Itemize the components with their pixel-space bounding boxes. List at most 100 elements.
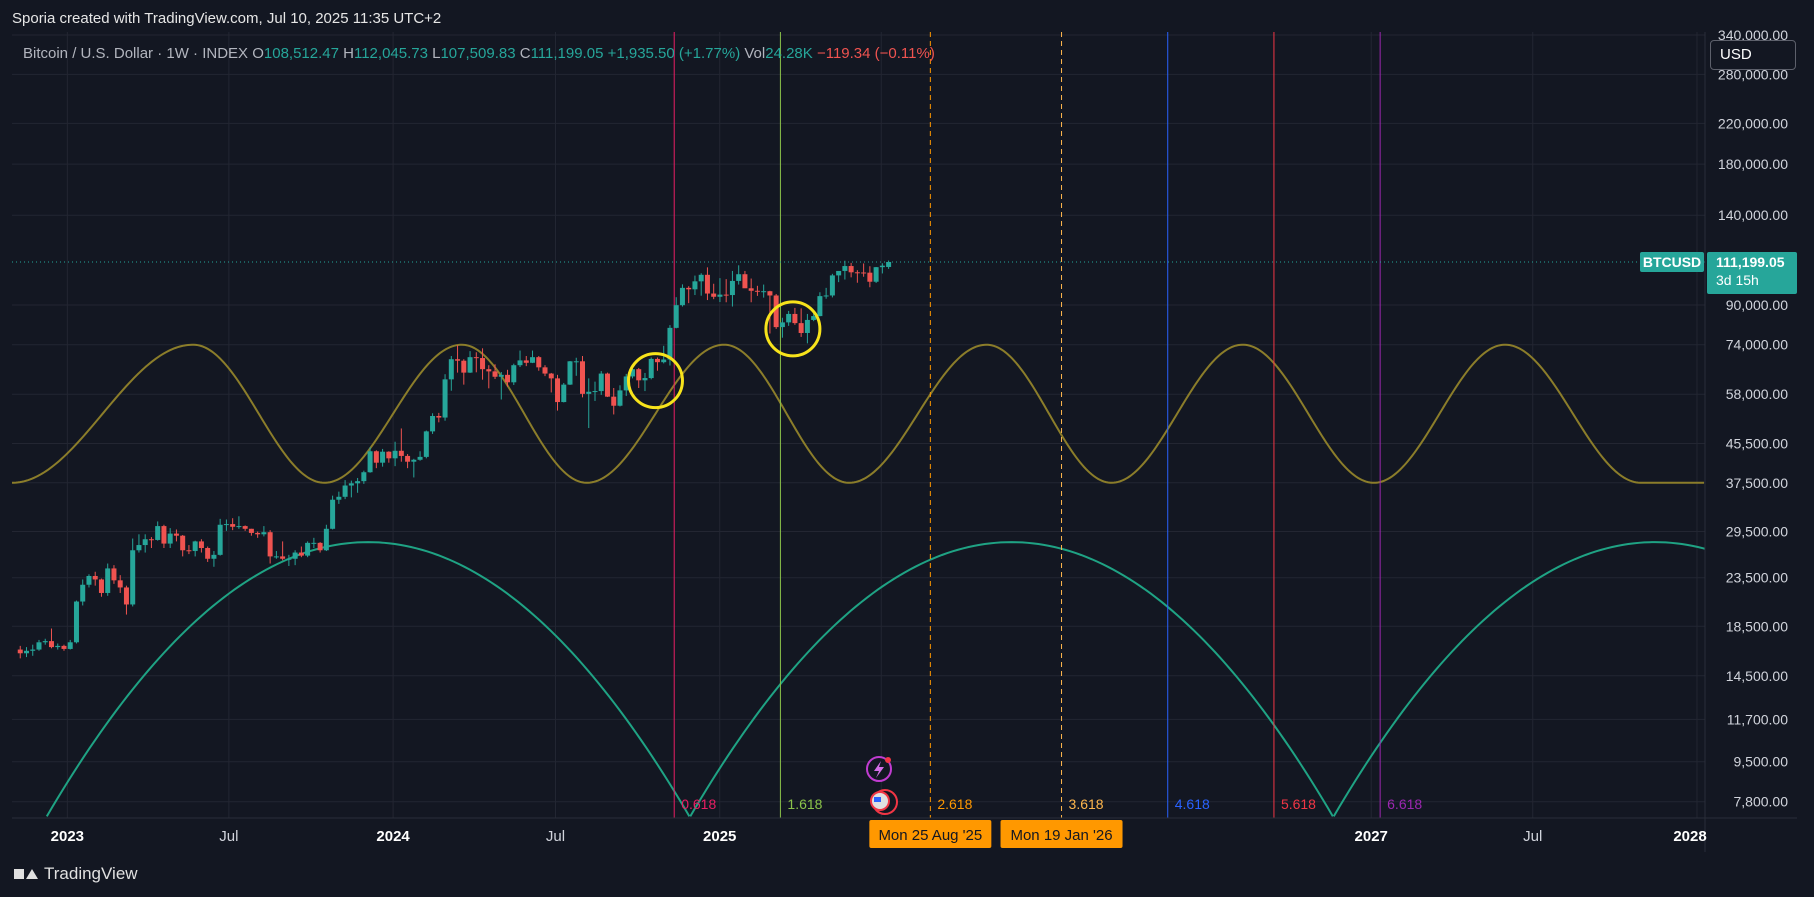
time-tick-label: Jul bbox=[546, 828, 565, 845]
candle-body bbox=[548, 373, 554, 379]
candle-body bbox=[804, 319, 810, 333]
candle bbox=[773, 293, 779, 329]
high-value: 112,045.73 bbox=[353, 45, 428, 62]
candle-body bbox=[511, 365, 517, 383]
candle-body bbox=[523, 360, 529, 363]
candle-body bbox=[823, 295, 829, 297]
time-tick-label: Jul bbox=[219, 828, 238, 845]
candle-body bbox=[661, 359, 667, 363]
candle-body bbox=[336, 496, 342, 500]
time-tick-label: 2024 bbox=[376, 828, 410, 845]
fib-level-label: 0.618 bbox=[681, 796, 716, 812]
candle-body bbox=[386, 451, 392, 459]
event-dot-icon bbox=[885, 757, 891, 763]
currency-button[interactable]: USD bbox=[1710, 40, 1796, 70]
symbol-legend[interactable]: Bitcoin / U.S. Dollar · 1W · INDEX O108,… bbox=[23, 45, 935, 62]
candle-body bbox=[592, 391, 598, 393]
date-tag-text: Mon 25 Aug '25 bbox=[878, 827, 982, 844]
volume-change: −119.34 (−0.11%) bbox=[816, 45, 935, 62]
candle-body bbox=[455, 359, 461, 361]
candle-body bbox=[242, 526, 248, 529]
candle-body bbox=[98, 579, 104, 593]
candle-body bbox=[861, 272, 867, 274]
candle-body bbox=[211, 554, 217, 559]
open-label: O bbox=[252, 45, 264, 62]
chart-canvas[interactable]: 0.618 1.618 2.618 3.618 4.618 5.618 6.618 340,… bbox=[0, 0, 1814, 897]
candle-body bbox=[273, 556, 279, 558]
symbol-name: Bitcoin / U.S. Dollar · 1W · INDEX bbox=[23, 45, 249, 62]
fib-level-label: 6.618 bbox=[1387, 796, 1422, 812]
time-tick-label: 2028 bbox=[1673, 828, 1706, 845]
price-tick-label: 18,500.00 bbox=[1726, 618, 1788, 634]
candle-body bbox=[61, 645, 67, 649]
candle-body bbox=[323, 528, 329, 551]
candle-body bbox=[111, 568, 117, 581]
price-tick-label: 14,500.00 bbox=[1726, 668, 1788, 684]
candle-body bbox=[836, 270, 842, 276]
candle-body bbox=[530, 357, 536, 363]
candle-body bbox=[879, 265, 885, 268]
candle-body bbox=[173, 533, 179, 536]
candle-body bbox=[555, 378, 561, 403]
candle-body bbox=[873, 267, 879, 282]
tradingview-logo[interactable]: TradingView bbox=[14, 864, 138, 884]
candle-body bbox=[886, 261, 892, 267]
candle-body bbox=[573, 361, 579, 363]
low-value: 107,509.83 bbox=[440, 45, 516, 62]
price-tick-label: 45,500.00 bbox=[1726, 436, 1788, 452]
fib-level-label: 3.618 bbox=[1069, 796, 1104, 812]
candle-body bbox=[286, 558, 292, 560]
price-tick-label: 74,000.00 bbox=[1726, 337, 1788, 353]
candle bbox=[442, 374, 448, 421]
candle-body bbox=[130, 550, 136, 605]
candle-body bbox=[217, 524, 223, 555]
candle-body bbox=[198, 541, 204, 549]
candle-body bbox=[423, 431, 429, 457]
candle-body bbox=[654, 358, 660, 363]
candle-body bbox=[673, 305, 679, 328]
candle-body bbox=[92, 575, 98, 580]
candle-body bbox=[642, 378, 648, 381]
candle-body bbox=[117, 580, 123, 588]
time-tick-label: 2027 bbox=[1355, 828, 1388, 845]
candle-body bbox=[604, 373, 610, 397]
candle-body bbox=[417, 456, 423, 460]
close-value: 111,199.05 bbox=[530, 45, 604, 62]
candle-body bbox=[767, 291, 773, 296]
candle-body bbox=[248, 528, 254, 533]
candle-body bbox=[167, 533, 173, 544]
candle-body bbox=[367, 451, 373, 473]
candle-body bbox=[536, 357, 542, 368]
candle-body bbox=[492, 371, 498, 377]
candle-body bbox=[17, 649, 23, 654]
candle-body bbox=[679, 287, 685, 306]
candle-body bbox=[723, 294, 729, 296]
candle-body bbox=[561, 384, 567, 403]
high-label: H bbox=[343, 45, 354, 62]
price-tick-label: 37,500.00 bbox=[1726, 475, 1788, 491]
candle-body bbox=[854, 272, 860, 274]
candle-body bbox=[355, 481, 361, 484]
candle-body bbox=[361, 472, 367, 482]
candle bbox=[430, 413, 436, 434]
candle-body bbox=[779, 322, 785, 328]
candle-body bbox=[267, 532, 273, 557]
candle bbox=[579, 356, 585, 398]
candle-body bbox=[498, 374, 504, 377]
fib-level-label: 1.618 bbox=[787, 796, 822, 812]
fib-level-label: 5.618 bbox=[1281, 796, 1316, 812]
candle-body bbox=[617, 390, 623, 406]
candle bbox=[648, 357, 654, 380]
candle-body bbox=[448, 359, 454, 380]
candle-body bbox=[430, 415, 436, 432]
candle-body bbox=[236, 526, 242, 528]
candle-body bbox=[348, 483, 354, 486]
candle-body bbox=[636, 369, 642, 381]
candle-body bbox=[698, 274, 704, 282]
price-axis[interactable]: 340,000.00280,000.00220,000.00180,000.00… bbox=[1718, 27, 1788, 810]
price-tick-label: 23,500.00 bbox=[1726, 570, 1788, 586]
candle-body bbox=[542, 367, 548, 374]
candle bbox=[305, 541, 311, 558]
close-label: C bbox=[519, 45, 531, 62]
candle-body bbox=[579, 361, 585, 394]
